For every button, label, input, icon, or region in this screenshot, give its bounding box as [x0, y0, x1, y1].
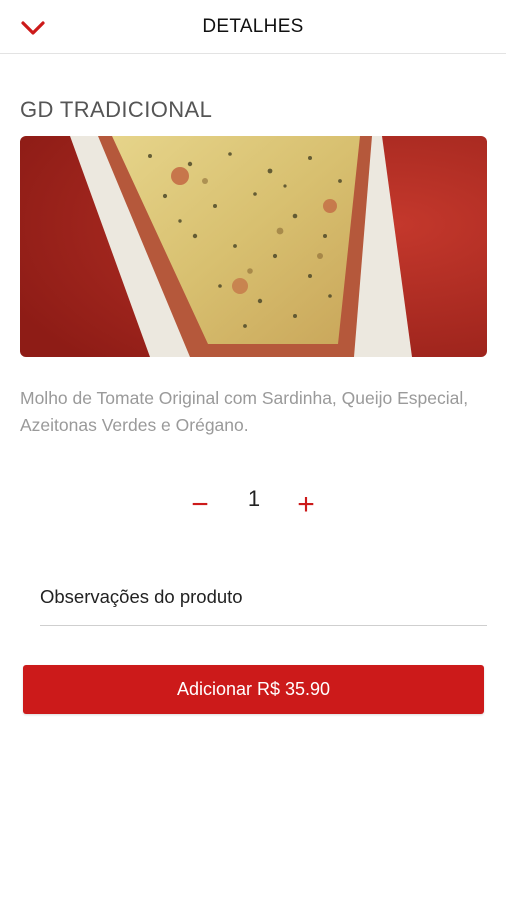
product-notes-input[interactable]: [40, 582, 480, 612]
header-bar: DETALHES: [0, 0, 506, 54]
page-title: DETALHES: [202, 16, 304, 37]
product-description: Molho de Tomate Original com Sardinha, Q…: [20, 388, 469, 435]
product-image: [20, 136, 487, 357]
product-name: GD TRADICIONAL: [20, 97, 213, 122]
product-details-screen: DETALHES GD TRADICIONAL Molho de Tomate …: [0, 0, 506, 900]
quantity-value: 1: [247, 486, 261, 511]
quantity-stepper: − 1 +: [0, 482, 506, 532]
decrease-quantity-button[interactable]: −: [183, 488, 217, 522]
increase-quantity-button[interactable]: +: [289, 488, 323, 522]
product-notes-field: [40, 580, 487, 626]
add-to-cart-button[interactable]: Adicionar R$ 35.90: [23, 665, 484, 714]
